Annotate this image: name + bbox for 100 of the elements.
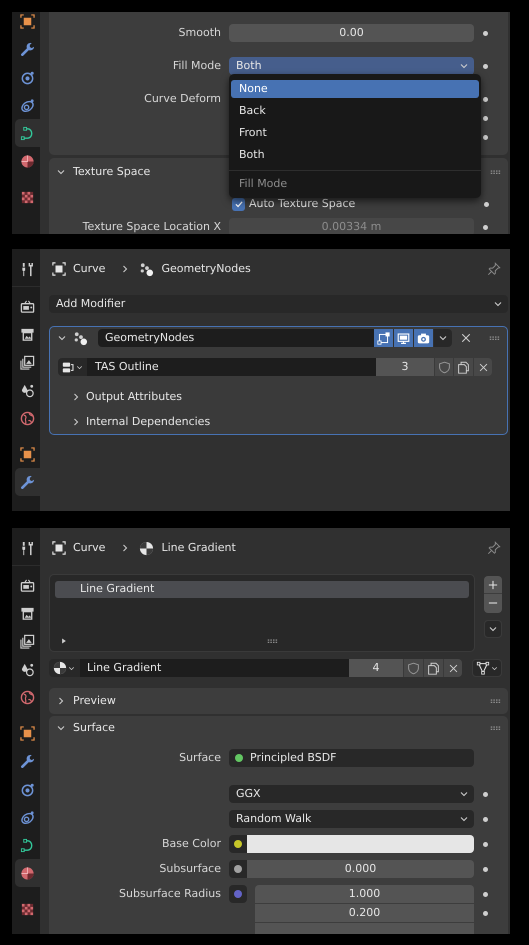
shield-icon [438,360,450,374]
panel-title[interactable]: Texture Space [73,164,150,180]
dropdown[interactable]: Add Modifier [49,295,508,313]
sphere-icon [20,866,35,880]
nodes-icon [73,330,88,346]
duplicate-icon [427,662,440,674]
property-label: Curve Deform [143,90,221,107]
name-field[interactable]: GeometryNodes [98,329,374,347]
checkbox-label: Auto Texture Space [249,196,356,212]
printer-icon [20,606,35,620]
pin-icon[interactable] [487,541,501,555]
shield-icon [407,662,420,674]
property-label: Base Color [160,836,221,852]
breadcrumb-label[interactable]: GeometryNodes [161,260,251,278]
orbit-icon [20,810,35,824]
properties-tab[interactable] [15,468,40,496]
subpanel-title[interactable]: Internal Dependencies [86,414,210,430]
menu-item[interactable]: Back [231,102,479,120]
menu-item[interactable]: Front [231,124,479,142]
socket-button[interactable] [229,860,247,878]
list-item[interactable]: Line Gradient [55,581,469,598]
number-field[interactable]: 0.000 [247,860,474,878]
fake-user-button[interactable] [403,659,423,677]
property-label: Smooth [178,24,221,41]
duplicate-icon [457,360,470,374]
dropdown[interactable] [434,329,452,347]
sphere-icon [139,540,154,556]
printer-icon [20,326,35,342]
scene-icon [20,382,35,398]
breadcrumb-label[interactable]: Curve [73,260,106,278]
frame-square-icon [52,541,66,555]
toggle-button[interactable] [374,329,394,347]
breadcrumb-label[interactable]: Curve [73,540,106,556]
node-tree-icon [62,360,74,374]
number-field[interactable]: 0.00 [229,24,474,42]
scene-icon [20,662,35,676]
menu-item[interactable]: Both [231,146,479,164]
property-label: Surface [178,750,221,766]
unlink-button[interactable] [443,659,462,677]
camera-icon [417,332,430,344]
frame-square-icon [20,446,35,462]
link-dropdown[interactable] [472,659,502,677]
monitor-icon [397,332,410,344]
material-browse-dropdown[interactable] [49,659,80,677]
duplicate-button[interactable] [453,358,473,376]
toggle-button[interactable] [414,329,434,347]
close-icon[interactable] [460,332,472,344]
dropdown[interactable]: Both [229,57,474,75]
panel-title[interactable]: Preview [73,692,116,710]
socket-button[interactable] [229,835,247,853]
close-icon [478,362,488,372]
particles-icon [20,782,35,796]
subpanel-title[interactable]: Output Attributes [86,388,182,406]
menu-item[interactable]: None [231,80,479,98]
property-label: Fill Mode [172,58,221,74]
specials-button[interactable] [484,620,502,638]
edit-mode-icon [377,332,390,344]
frame-square-icon [52,262,66,276]
frame-square-icon [20,726,35,740]
wrench-icon [20,754,35,768]
checkbox[interactable] [232,198,245,210]
dropdown[interactable]: GGX [229,785,474,803]
tools-icon [20,540,35,556]
user-count[interactable]: 3 [376,358,434,376]
shader-field[interactable]: Principled BSDF [229,749,474,767]
wrench-icon [20,474,35,490]
duplicate-button[interactable] [423,659,443,677]
sphere-icon [53,661,67,675]
property-label: Texture Space Location X [82,218,221,234]
number-field[interactable]: 1.000 [255,885,474,903]
images-icon [20,354,35,370]
curve-icon [20,126,35,140]
frame-square-icon [20,14,35,28]
property-label: Subsurface Radius [118,886,221,902]
name-field[interactable]: TAS Outline [87,358,376,376]
plus-icon [487,578,499,590]
wrench-icon [20,42,35,56]
color-swatch[interactable] [247,835,474,853]
particles-icon [20,70,35,84]
unlink-button[interactable] [473,358,492,376]
breadcrumb-label[interactable]: Line Gradient [161,540,236,556]
number-field[interactable]: 0.200 [255,904,474,922]
property-label: Subsurface [158,860,221,877]
pin-icon[interactable] [487,262,501,276]
properties-tab[interactable] [15,119,40,147]
fake-user-button[interactable] [434,358,453,376]
triangle-vertices-icon [476,661,490,675]
node-group-dropdown[interactable] [58,358,87,376]
check-icon [234,199,244,209]
sphere-icon [20,154,35,168]
user-count[interactable]: 4 [349,659,403,677]
toggle-button[interactable] [394,329,414,347]
panel-title[interactable]: Surface [73,720,115,736]
render-icon [20,298,35,314]
checker-icon [20,190,35,204]
name-field[interactable]: Line Gradient [80,659,349,677]
images-icon [20,634,35,648]
checker-icon [20,902,35,916]
dropdown[interactable]: Random Walk [229,810,474,828]
tools-icon [20,262,35,276]
